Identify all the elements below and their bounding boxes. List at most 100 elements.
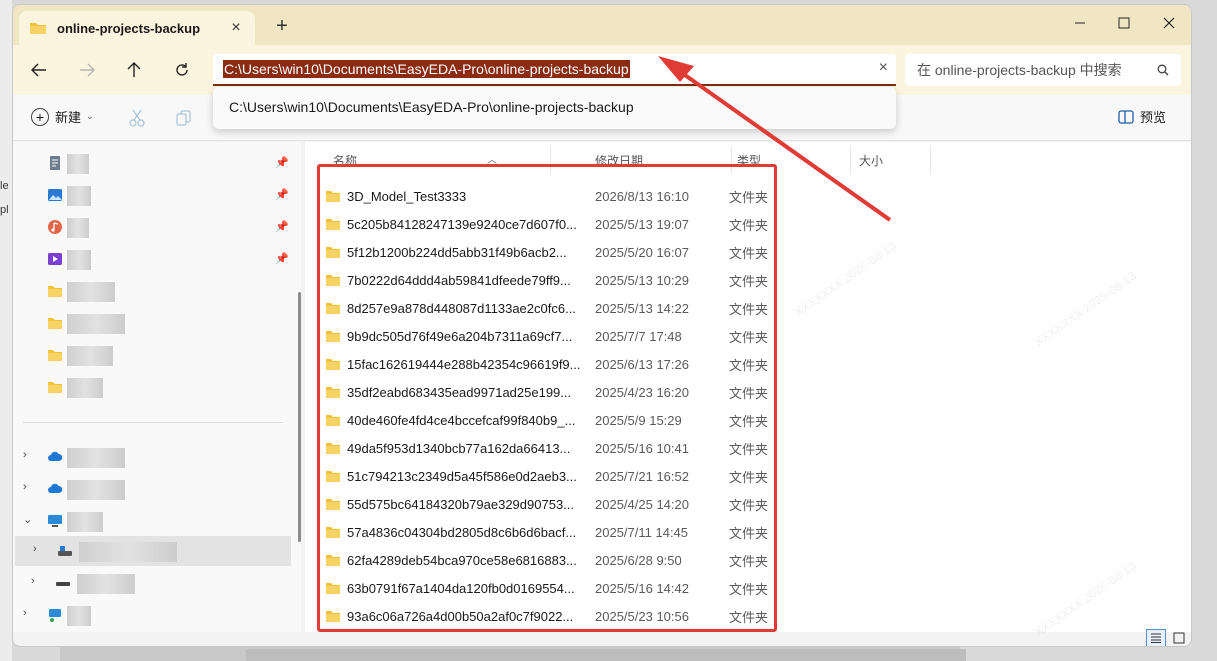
file-date: 2025/5/13 19:07 (595, 216, 689, 232)
file-name: 93a6c06a726a4d00b50a2af0c7f9022... (347, 608, 574, 624)
back-button[interactable] (25, 57, 53, 83)
pin-icon[interactable]: 📌 (275, 252, 289, 265)
file-row[interactable]: 5c205b84128247139e9240ce7d607f0... 2025/5… (325, 210, 785, 238)
list-view-icon (1151, 633, 1161, 643)
file-row[interactable]: 63b0791f67a1404da120fb0d0169554... 2025/5… (325, 574, 785, 602)
nav-item-folder-4[interactable] (13, 372, 301, 402)
tab-online-projects-backup[interactable]: online-projects-backup × (19, 11, 255, 45)
file-type: 文件夹 (729, 497, 769, 513)
nav-item-folder-1[interactable] (13, 276, 301, 306)
chevron-down-icon[interactable]: ⌄ (23, 513, 32, 526)
address-bar[interactable]: C:\Users\win10\Documents\EasyEDA-Pro\onl… (213, 54, 896, 86)
file-row[interactable]: 49da5f953d1340bcb77a162da66413... 2025/5/… (325, 434, 785, 462)
nav-item-this-pc[interactable]: ⌄ (13, 506, 301, 536)
address-path-selected[interactable]: C:\Users\win10\Documents\EasyEDA-Pro\onl… (223, 60, 630, 78)
folder-icon (326, 554, 340, 566)
up-button[interactable] (120, 57, 148, 83)
file-row[interactable]: 51c794213c2349d5a45f586e0d2aeb3... 2025/7… (325, 462, 785, 490)
pin-icon[interactable]: 📌 (275, 188, 289, 201)
file-row[interactable]: 93a6c06a726a4d00b50a2af0c7f9022... 2025/5… (325, 602, 785, 630)
cut-button[interactable] (128, 109, 146, 127)
file-row[interactable]: 8d257e9a878d448087d1133ae2c0fc6... 2025/5… (325, 294, 785, 322)
file-row[interactable]: 40de460fe4fd4ce4bccefcaf99f840b9_... 2025… (325, 406, 785, 434)
file-row[interactable]: 7b0222d64ddd4ab59841dfeede79ff9... 2025/5… (325, 266, 785, 294)
chevron-right-icon[interactable]: › (31, 575, 35, 587)
close-window-button[interactable] (1149, 9, 1189, 37)
file-type: 文件夹 (729, 553, 769, 569)
search-icon (1157, 64, 1169, 76)
file-row[interactable]: 62fa4289deb54bca970ce58e6816883... 2025/6… (325, 546, 785, 574)
tab-title: online-projects-backup (57, 20, 201, 36)
video-icon (48, 253, 62, 265)
refresh-button[interactable] (168, 57, 196, 83)
maximize-button[interactable] (1104, 9, 1144, 37)
network-icon (49, 609, 61, 622)
nav-item-drive-2[interactable]: › (13, 568, 301, 598)
file-type: 文件夹 (729, 301, 769, 317)
tiles-view-button[interactable] (1169, 629, 1189, 646)
file-date: 2025/6/28 9:50 (595, 552, 682, 568)
close-icon (1163, 17, 1175, 29)
chevron-right-icon[interactable]: › (33, 543, 37, 555)
file-row[interactable]: 3D_Model_Test3333 2026/8/13 16:10 文件夹 (325, 182, 785, 210)
file-date: 2025/5/13 10:29 (595, 272, 689, 288)
details-view-button[interactable] (1146, 629, 1166, 646)
nav-item-folder-3[interactable] (13, 340, 301, 370)
nav-item-documents[interactable]: 📌 (13, 148, 301, 178)
file-row[interactable]: 57a4836c04304bd2805d8c6b6d6bacf... 2025/7… (325, 518, 785, 546)
file-row[interactable]: 15fac162619444e288b42354c96619f9... 2025/… (325, 350, 785, 378)
nav-item-onedrive-1[interactable]: › (13, 442, 301, 472)
nav-item-local-disk[interactable]: › (15, 536, 291, 566)
nav-item-videos[interactable]: 📌 (13, 244, 301, 274)
file-name: 5f12b1200b224dd5abb31f49b6acb2... (347, 244, 567, 260)
new-tab-button[interactable]: + (271, 15, 293, 38)
column-header-name[interactable]: 名称 ︿ (325, 146, 551, 174)
file-name: 63b0791f67a1404da120fb0d0169554... (347, 580, 575, 596)
preview-button[interactable]: 预览 (1118, 107, 1166, 126)
file-type: 文件夹 (729, 469, 769, 485)
nav-scrollbar[interactable] (298, 292, 301, 542)
clear-address-icon[interactable]: × (879, 59, 888, 77)
address-suggestion[interactable]: C:\Users\win10\Documents\EasyEDA-Pro\onl… (213, 87, 896, 129)
chevron-right-icon[interactable]: › (23, 607, 27, 619)
nav-item-network[interactable]: › (13, 600, 301, 630)
folder-icon (326, 218, 340, 230)
nav-item-onedrive-2[interactable]: › (13, 474, 301, 504)
forward-button[interactable] (73, 57, 101, 83)
file-name: 57a4836c04304bd2805d8c6b6d6bacf... (347, 524, 577, 540)
folder-icon (326, 190, 340, 202)
minimize-button[interactable] (1060, 9, 1100, 37)
column-header-date[interactable]: 修改日期 (587, 146, 732, 174)
nav-item-music[interactable]: 📌 (13, 212, 301, 242)
file-list-pane: 名称 ︿ 修改日期 类型 大小 3D_Model_Test3333 2026/8/… (305, 142, 1191, 639)
folder-icon (326, 414, 340, 426)
file-row[interactable]: 5f12b1200b224dd5abb31f49b6acb2... 2025/5/… (325, 238, 785, 266)
nav-divider (23, 422, 283, 423)
chevron-right-icon[interactable]: › (23, 449, 27, 461)
nav-item-folder-2[interactable] (13, 308, 301, 338)
file-row[interactable]: 9b9dc505d76f49e6a204b7311a69cf7... 2025/7… (325, 322, 785, 350)
pin-icon[interactable]: 📌 (275, 156, 289, 169)
file-date: 2025/5/13 14:22 (595, 300, 689, 316)
file-date: 2025/7/7 17:48 (595, 328, 682, 344)
column-header-type[interactable]: 类型 (729, 146, 851, 174)
tab-close-icon[interactable]: × (227, 19, 245, 37)
new-button[interactable]: + 新建 ⌄ (31, 107, 94, 126)
file-name: 5c205b84128247139e9240ce7d607f0... (347, 216, 577, 232)
folder-icon (326, 358, 340, 370)
copy-button[interactable] (175, 109, 193, 127)
document-icon (50, 156, 60, 170)
image-icon (48, 189, 62, 201)
pin-icon[interactable]: 📌 (275, 220, 289, 233)
column-header-size[interactable]: 大小 (851, 146, 931, 174)
nav-item-pictures[interactable]: 📌 (13, 180, 301, 210)
folder-icon (326, 610, 340, 622)
file-row[interactable]: 55d575bc64184320b79ae329d90753... 2025/4/… (325, 490, 785, 518)
folder-icon (48, 318, 62, 329)
folder-icon (326, 498, 340, 510)
search-box[interactable]: 在 online-projects-backup 中搜索 (905, 54, 1181, 86)
file-row[interactable]: 35df2eabd683435ead9971ad25e199... 2025/4/… (325, 378, 785, 406)
file-explorer-window: online-projects-backup × + C:\Users\win1… (12, 4, 1192, 647)
title-bar: online-projects-backup × + (13, 5, 1191, 45)
chevron-right-icon[interactable]: › (23, 481, 27, 493)
